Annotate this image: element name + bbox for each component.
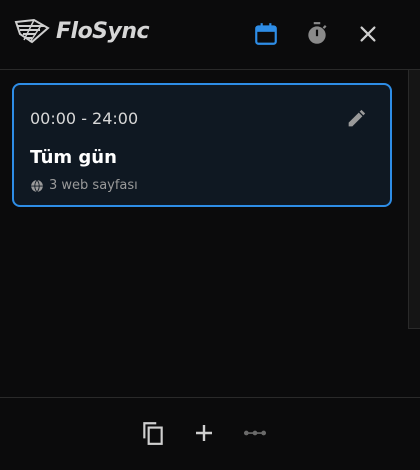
- schedule-sites: 3 web sayfası: [30, 178, 138, 193]
- schedule-time-range: 00:00 - 24:00: [30, 109, 139, 128]
- globe-icon: [31, 179, 43, 192]
- timer-icon: [308, 22, 327, 44]
- add-button[interactable]: [190, 419, 218, 447]
- calendar-button[interactable]: [252, 20, 280, 48]
- schedule-list: 00:00 - 24:00 Tüm gün 3 web sayfası: [0, 70, 408, 397]
- schedule-card[interactable]: 00:00 - 24:00 Tüm gün 3 web sayfası: [12, 83, 392, 207]
- edit-button[interactable]: [344, 107, 368, 131]
- timer-button[interactable]: [303, 20, 331, 48]
- app-logo: FloSync: [14, 18, 150, 44]
- flosync-logo-icon: [14, 18, 50, 44]
- copy-icon: [143, 422, 163, 445]
- schedule-title: Tüm gün: [30, 147, 117, 168]
- scrollbar[interactable]: [408, 70, 420, 329]
- calendar-icon: [255, 23, 277, 45]
- add-icon: [196, 425, 212, 441]
- app-name: FloSync: [56, 18, 150, 44]
- copy-button[interactable]: [139, 419, 167, 447]
- pencil-icon: [348, 109, 366, 127]
- schedule-sites-count: 3 web sayfası: [49, 178, 138, 193]
- more-icon: [243, 430, 267, 436]
- close-button[interactable]: [354, 20, 382, 48]
- bottom-toolbar: [0, 397, 420, 470]
- close-icon: [360, 26, 376, 42]
- app-header: FloSync: [0, 0, 420, 70]
- more-button[interactable]: [241, 419, 269, 447]
